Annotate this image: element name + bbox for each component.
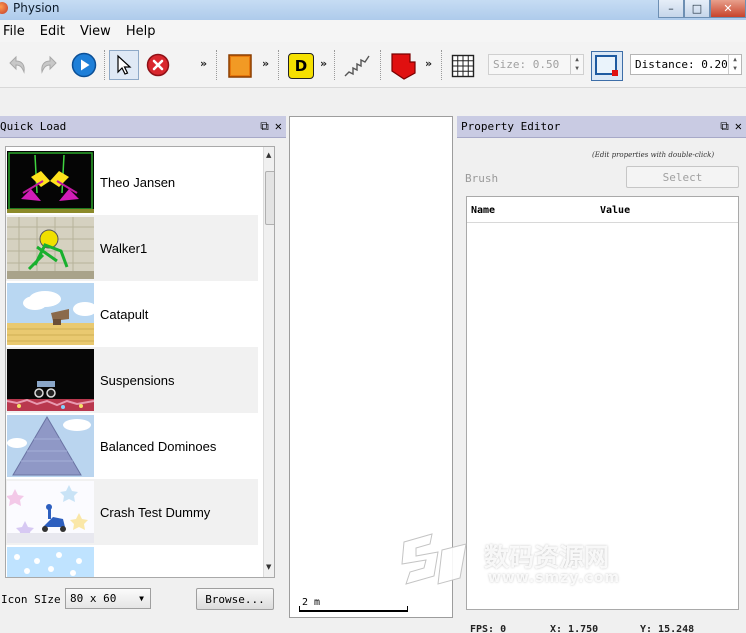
quick-load-list: Theo Jansen Walker1 Catapult Suspensions… bbox=[5, 146, 275, 578]
menu-bar: File Edit View Help bbox=[0, 20, 746, 42]
icon-size-label: Icon SIze bbox=[1, 593, 61, 606]
toolbar-separator bbox=[216, 50, 217, 80]
icon-size-select[interactable]: 80 x 60 ▼ bbox=[65, 588, 151, 609]
next-item-thumb bbox=[7, 547, 94, 577]
walker-thumb bbox=[7, 217, 94, 279]
size-spinbox[interactable]: Size: 0.50 ▲ ▼ bbox=[488, 54, 584, 75]
spring-icon[interactable] bbox=[342, 52, 372, 80]
distance-spinbox[interactable]: Distance: 0.20 ▲ ▼ bbox=[630, 54, 742, 75]
more-joint-chevron[interactable]: » bbox=[320, 57, 327, 70]
minimize-icon[interactable]: – bbox=[658, 0, 684, 18]
column-header-name[interactable]: Name bbox=[471, 205, 495, 216]
toolbar-separator bbox=[441, 50, 442, 80]
list-item[interactable]: Theo Jansen bbox=[6, 149, 258, 215]
browse-button[interactable]: Browse... bbox=[196, 588, 274, 610]
column-header-value[interactable]: Value bbox=[600, 205, 630, 216]
status-y: Y: 15.248 bbox=[640, 624, 695, 633]
undo-icon[interactable] bbox=[4, 52, 30, 78]
quick-load-header: Quick Load ⧉ ✕ bbox=[0, 116, 286, 138]
scrollbar-thumb[interactable] bbox=[265, 171, 274, 225]
table-header-divider bbox=[467, 222, 738, 223]
list-item-label: Catapult bbox=[100, 306, 149, 322]
distance-joint-icon[interactable]: D bbox=[288, 53, 314, 79]
maximize-icon[interactable]: □ bbox=[684, 0, 710, 18]
chevron-down-icon: ▼ bbox=[139, 594, 144, 603]
play-icon[interactable] bbox=[70, 51, 98, 79]
property-hint: (Edit properties with double-click) bbox=[592, 151, 715, 159]
menu-help[interactable]: Help bbox=[123, 24, 162, 39]
distance-spin-arrows-icon[interactable]: ▲ ▼ bbox=[728, 55, 741, 74]
list-item-label: Theo Jansen bbox=[100, 174, 176, 190]
status-x: X: 1.750 bbox=[550, 624, 599, 633]
list-item[interactable]: Catapult bbox=[6, 281, 258, 347]
theo-jansen-thumb bbox=[7, 151, 94, 213]
status-fps: FPS: 0 bbox=[470, 624, 507, 633]
title-bar bbox=[0, 0, 746, 20]
more-rect-chevron[interactable]: » bbox=[200, 57, 207, 70]
close-panel-icon[interactable]: ✕ bbox=[275, 119, 282, 134]
property-editor-header: Property Editor ⧉ ✕ bbox=[457, 116, 746, 138]
icon-size-value: 80 x 60 bbox=[70, 592, 117, 605]
toolbar-separator bbox=[380, 50, 381, 80]
force-icon[interactable] bbox=[389, 51, 419, 81]
toolbar-separator bbox=[104, 50, 105, 80]
snap-icon[interactable] bbox=[591, 51, 623, 81]
crash-thumb bbox=[7, 481, 94, 543]
toolbar-separator bbox=[334, 50, 335, 80]
dominoes-thumb bbox=[7, 415, 94, 477]
scale-bar bbox=[299, 606, 408, 612]
list-item[interactable]: Balanced Dominoes bbox=[6, 413, 258, 479]
list-item-label: Balanced Dominoes bbox=[100, 438, 217, 454]
list-item-label: Suspensions bbox=[100, 372, 175, 388]
catapult-thumb bbox=[7, 283, 94, 345]
grid-icon[interactable] bbox=[449, 52, 477, 80]
float-icon[interactable]: ⧉ bbox=[720, 119, 729, 134]
redo-icon[interactable] bbox=[36, 52, 62, 78]
list-item-label: Crash Test Dummy bbox=[100, 504, 211, 520]
delete-icon[interactable] bbox=[144, 51, 172, 79]
list-item[interactable] bbox=[6, 545, 258, 577]
distance-label: Distance: bbox=[635, 58, 695, 71]
list-item[interactable]: Crash Test Dummy bbox=[6, 479, 258, 545]
close-panel-icon[interactable]: ✕ bbox=[735, 119, 742, 134]
status-bar bbox=[0, 620, 746, 633]
close-icon[interactable]: ✕ bbox=[710, 0, 746, 18]
watermark-logo bbox=[398, 530, 472, 590]
watermark-text: 数码资源网 bbox=[484, 543, 610, 572]
more-force-chevron[interactable]: » bbox=[425, 57, 432, 70]
watermark-url: www.smzy.com bbox=[488, 570, 620, 586]
menu-view[interactable]: View bbox=[77, 24, 117, 39]
rectangle-icon[interactable] bbox=[226, 52, 254, 80]
window-title: Physion bbox=[13, 1, 60, 15]
window-controls: – □ ✕ bbox=[658, 0, 746, 20]
more-shape-chevron[interactable]: » bbox=[262, 57, 269, 70]
float-icon[interactable]: ⧉ bbox=[260, 119, 269, 134]
distance-value: 0.20 bbox=[701, 58, 728, 71]
brush-label: Brush bbox=[465, 172, 499, 185]
size-value: 0.50 bbox=[532, 58, 560, 71]
list-item[interactable]: Walker1 bbox=[6, 215, 258, 281]
list-item-label: Walker1 bbox=[100, 240, 148, 256]
menu-edit[interactable]: Edit bbox=[37, 24, 71, 39]
scroll-down-icon[interactable]: ▼ bbox=[266, 563, 271, 571]
property-editor-title: Property Editor bbox=[461, 120, 561, 133]
quick-load-scrollbar[interactable]: ▲ ▼ bbox=[263, 147, 274, 577]
size-label: Size: bbox=[493, 58, 527, 71]
menu-file[interactable]: File bbox=[0, 24, 31, 39]
select-button[interactable]: Select bbox=[626, 166, 739, 188]
select-pointer-icon[interactable] bbox=[109, 50, 139, 80]
scroll-up-icon[interactable]: ▲ bbox=[266, 151, 271, 159]
suspensions-thumb bbox=[7, 349, 94, 411]
size-spin-arrows-icon[interactable]: ▲ ▼ bbox=[570, 55, 583, 74]
toolbar-separator bbox=[278, 50, 279, 80]
list-item[interactable]: Suspensions bbox=[6, 347, 258, 413]
quick-load-title: Quick Load bbox=[0, 120, 67, 133]
